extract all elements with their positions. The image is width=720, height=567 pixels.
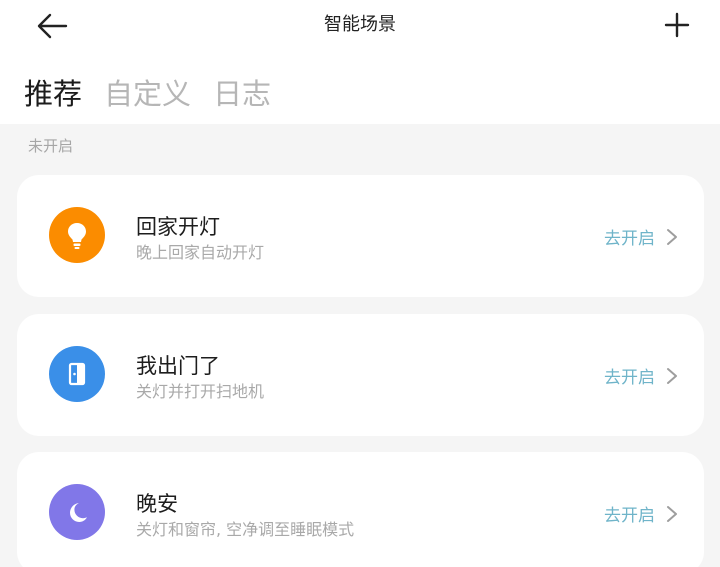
enable-label: 去开启 (604, 368, 655, 388)
tab-bar: 推荐 自定义 日志 (24, 74, 271, 114)
enable-button[interactable]: 去开启 (604, 501, 679, 526)
chevron-right-icon (667, 228, 677, 245)
tab-custom[interactable]: 自定义 (104, 74, 191, 114)
scene-desc: 关灯并打开扫地机 (136, 382, 265, 401)
scene-name: 我出门了 (136, 354, 220, 378)
chevron-right-icon (667, 505, 677, 522)
plus-icon[interactable] (660, 7, 694, 43)
enable-label: 去开启 (604, 229, 655, 249)
scene-name: 回家开灯 (136, 215, 220, 239)
scene-name: 晚安 (136, 492, 178, 516)
top-bar: 智能场景 推荐 自定义 日志 (0, 0, 720, 124)
page-title: 智能场景 (324, 14, 396, 35)
scene-desc: 晚上回家自动开灯 (136, 243, 265, 262)
moon-icon (49, 484, 105, 540)
enable-label: 去开启 (604, 506, 655, 526)
scene-card-leaving-home[interactable]: 我出门了 关灯并打开扫地机 去开启 (17, 314, 704, 436)
scene-card-home-lights[interactable]: 回家开灯 晚上回家自动开灯 去开启 (17, 175, 704, 297)
scene-card-good-night[interactable]: 晚安 关灯和窗帘, 空净调至睡眠模式 去开启 (17, 452, 704, 567)
tab-log[interactable]: 日志 (213, 74, 271, 114)
enable-button[interactable]: 去开启 (604, 363, 679, 388)
section-label: 未开启 (28, 137, 74, 155)
tab-recommended[interactable]: 推荐 (24, 74, 82, 114)
lightbulb-icon (49, 207, 105, 263)
chevron-right-icon (667, 367, 677, 384)
scene-desc: 关灯和窗帘, 空净调至睡眠模式 (136, 520, 355, 539)
enable-button[interactable]: 去开启 (604, 224, 679, 249)
door-icon (49, 346, 105, 402)
